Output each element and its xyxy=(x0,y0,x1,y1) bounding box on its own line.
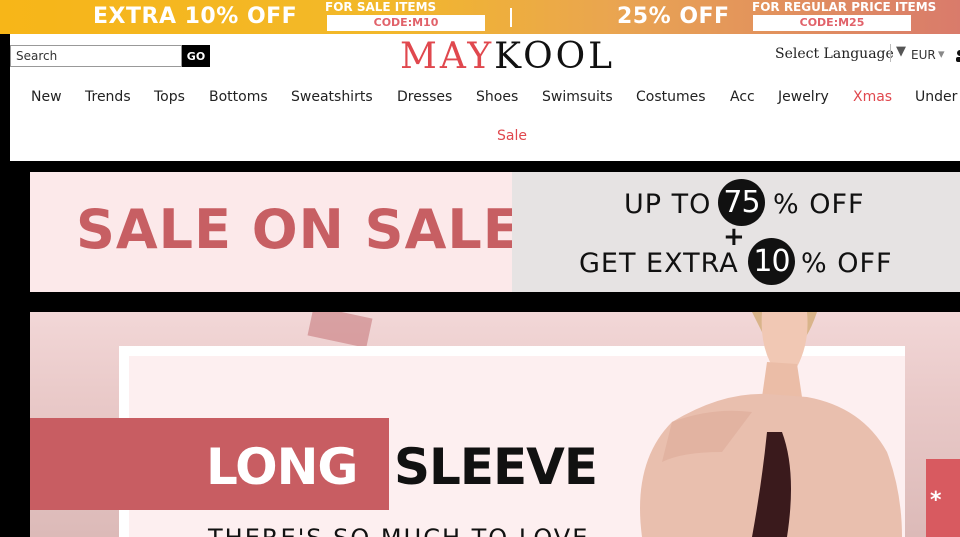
nav-item-costumes[interactable]: Costumes xyxy=(636,89,706,105)
hero-word-long: LONG xyxy=(206,438,358,496)
logo-kool: KOOL xyxy=(494,36,616,77)
nav-item-under[interactable]: Under xyxy=(915,89,957,105)
hero-background-decor xyxy=(307,312,373,348)
main-nav: New Trends Tops Bottoms Sweatshirts Dres… xyxy=(10,85,960,111)
promo-code-m10: CODE:M10 xyxy=(327,15,485,31)
currency-selector[interactable]: EUR xyxy=(911,48,936,62)
offer-get-extra-text: GET EXTRA xyxy=(579,248,739,279)
nav-item-trends[interactable]: Trends xyxy=(85,89,131,105)
search-go-button[interactable]: GO xyxy=(182,45,210,67)
sale-on-sale-banner[interactable]: SALE ON SALE UP TO 75 % OFF + GET EXTRA … xyxy=(30,172,960,292)
nav-item-jewelry[interactable]: Jewelry xyxy=(778,89,829,105)
account-icon[interactable] xyxy=(954,48,960,62)
promo-banner[interactable]: EXTRA 10% OFF FOR SALE ITEMS CODE:M10 25… xyxy=(0,0,960,34)
promo-sale-items-text: FOR SALE ITEMS xyxy=(325,0,437,14)
language-selector[interactable]: Select Language xyxy=(775,46,894,62)
promo-regular-items-text: FOR REGULAR PRICE ITEMS xyxy=(752,0,937,14)
nav-item-new[interactable]: New xyxy=(31,89,62,105)
offer-up-to-text: UP TO xyxy=(624,189,712,220)
nav-item-sale[interactable]: Sale xyxy=(497,128,527,144)
language-dropdown-icon[interactable]: ▼ xyxy=(896,44,906,59)
offer-line2-off: % OFF xyxy=(801,248,893,279)
hero-subtitle: THERE'S SO MUCH TO LOVE xyxy=(208,524,589,537)
nav-item-sweatshirts[interactable]: Sweatshirts xyxy=(291,89,373,105)
sale-banner-left: SALE ON SALE xyxy=(30,172,520,292)
currency-dropdown-icon[interactable]: ▾ xyxy=(938,47,945,62)
model-photo xyxy=(640,312,902,537)
site-logo[interactable]: MAYKOOL xyxy=(400,36,615,77)
offer-75-badge: 75 xyxy=(718,179,765,226)
language-divider xyxy=(890,44,891,62)
nav-item-tops[interactable]: Tops xyxy=(154,89,185,105)
nav-item-dresses[interactable]: Dresses xyxy=(397,89,452,105)
site-header: GO MAYKOOL Select Language ▼ EUR ▾ New T… xyxy=(10,34,960,161)
search-form: GO xyxy=(10,45,210,67)
side-tab-icon: * xyxy=(930,488,942,513)
nav-item-shoes[interactable]: Shoes xyxy=(476,89,518,105)
promo-code-m25: CODE:M25 xyxy=(753,15,911,31)
promo-divider xyxy=(510,8,512,27)
nav-item-bottoms[interactable]: Bottoms xyxy=(209,89,268,105)
search-input[interactable] xyxy=(10,45,182,67)
long-sleeve-hero-banner[interactable]: LONG SLEEVE THERE'S SO MUCH TO LOVE * xyxy=(30,312,960,537)
promo-25-off-text: 25% OFF xyxy=(617,4,730,29)
offer-10-badge: 10 xyxy=(748,238,795,285)
nav-item-swimsuits[interactable]: Swimsuits xyxy=(542,89,613,105)
nav-item-acc[interactable]: Acc xyxy=(730,89,755,105)
offer-line1-off: % OFF xyxy=(773,189,865,220)
sale-banner-right: UP TO 75 % OFF + GET EXTRA 10 % OFF xyxy=(512,172,960,292)
logo-may: MAY xyxy=(400,36,495,77)
promo-extra-10-text: EXTRA 10% OFF xyxy=(93,4,298,29)
hero-word-sleeve: SLEEVE xyxy=(394,438,598,496)
nav-item-xmas[interactable]: Xmas xyxy=(853,89,892,105)
sale-on-sale-title: SALE ON SALE xyxy=(76,198,521,261)
